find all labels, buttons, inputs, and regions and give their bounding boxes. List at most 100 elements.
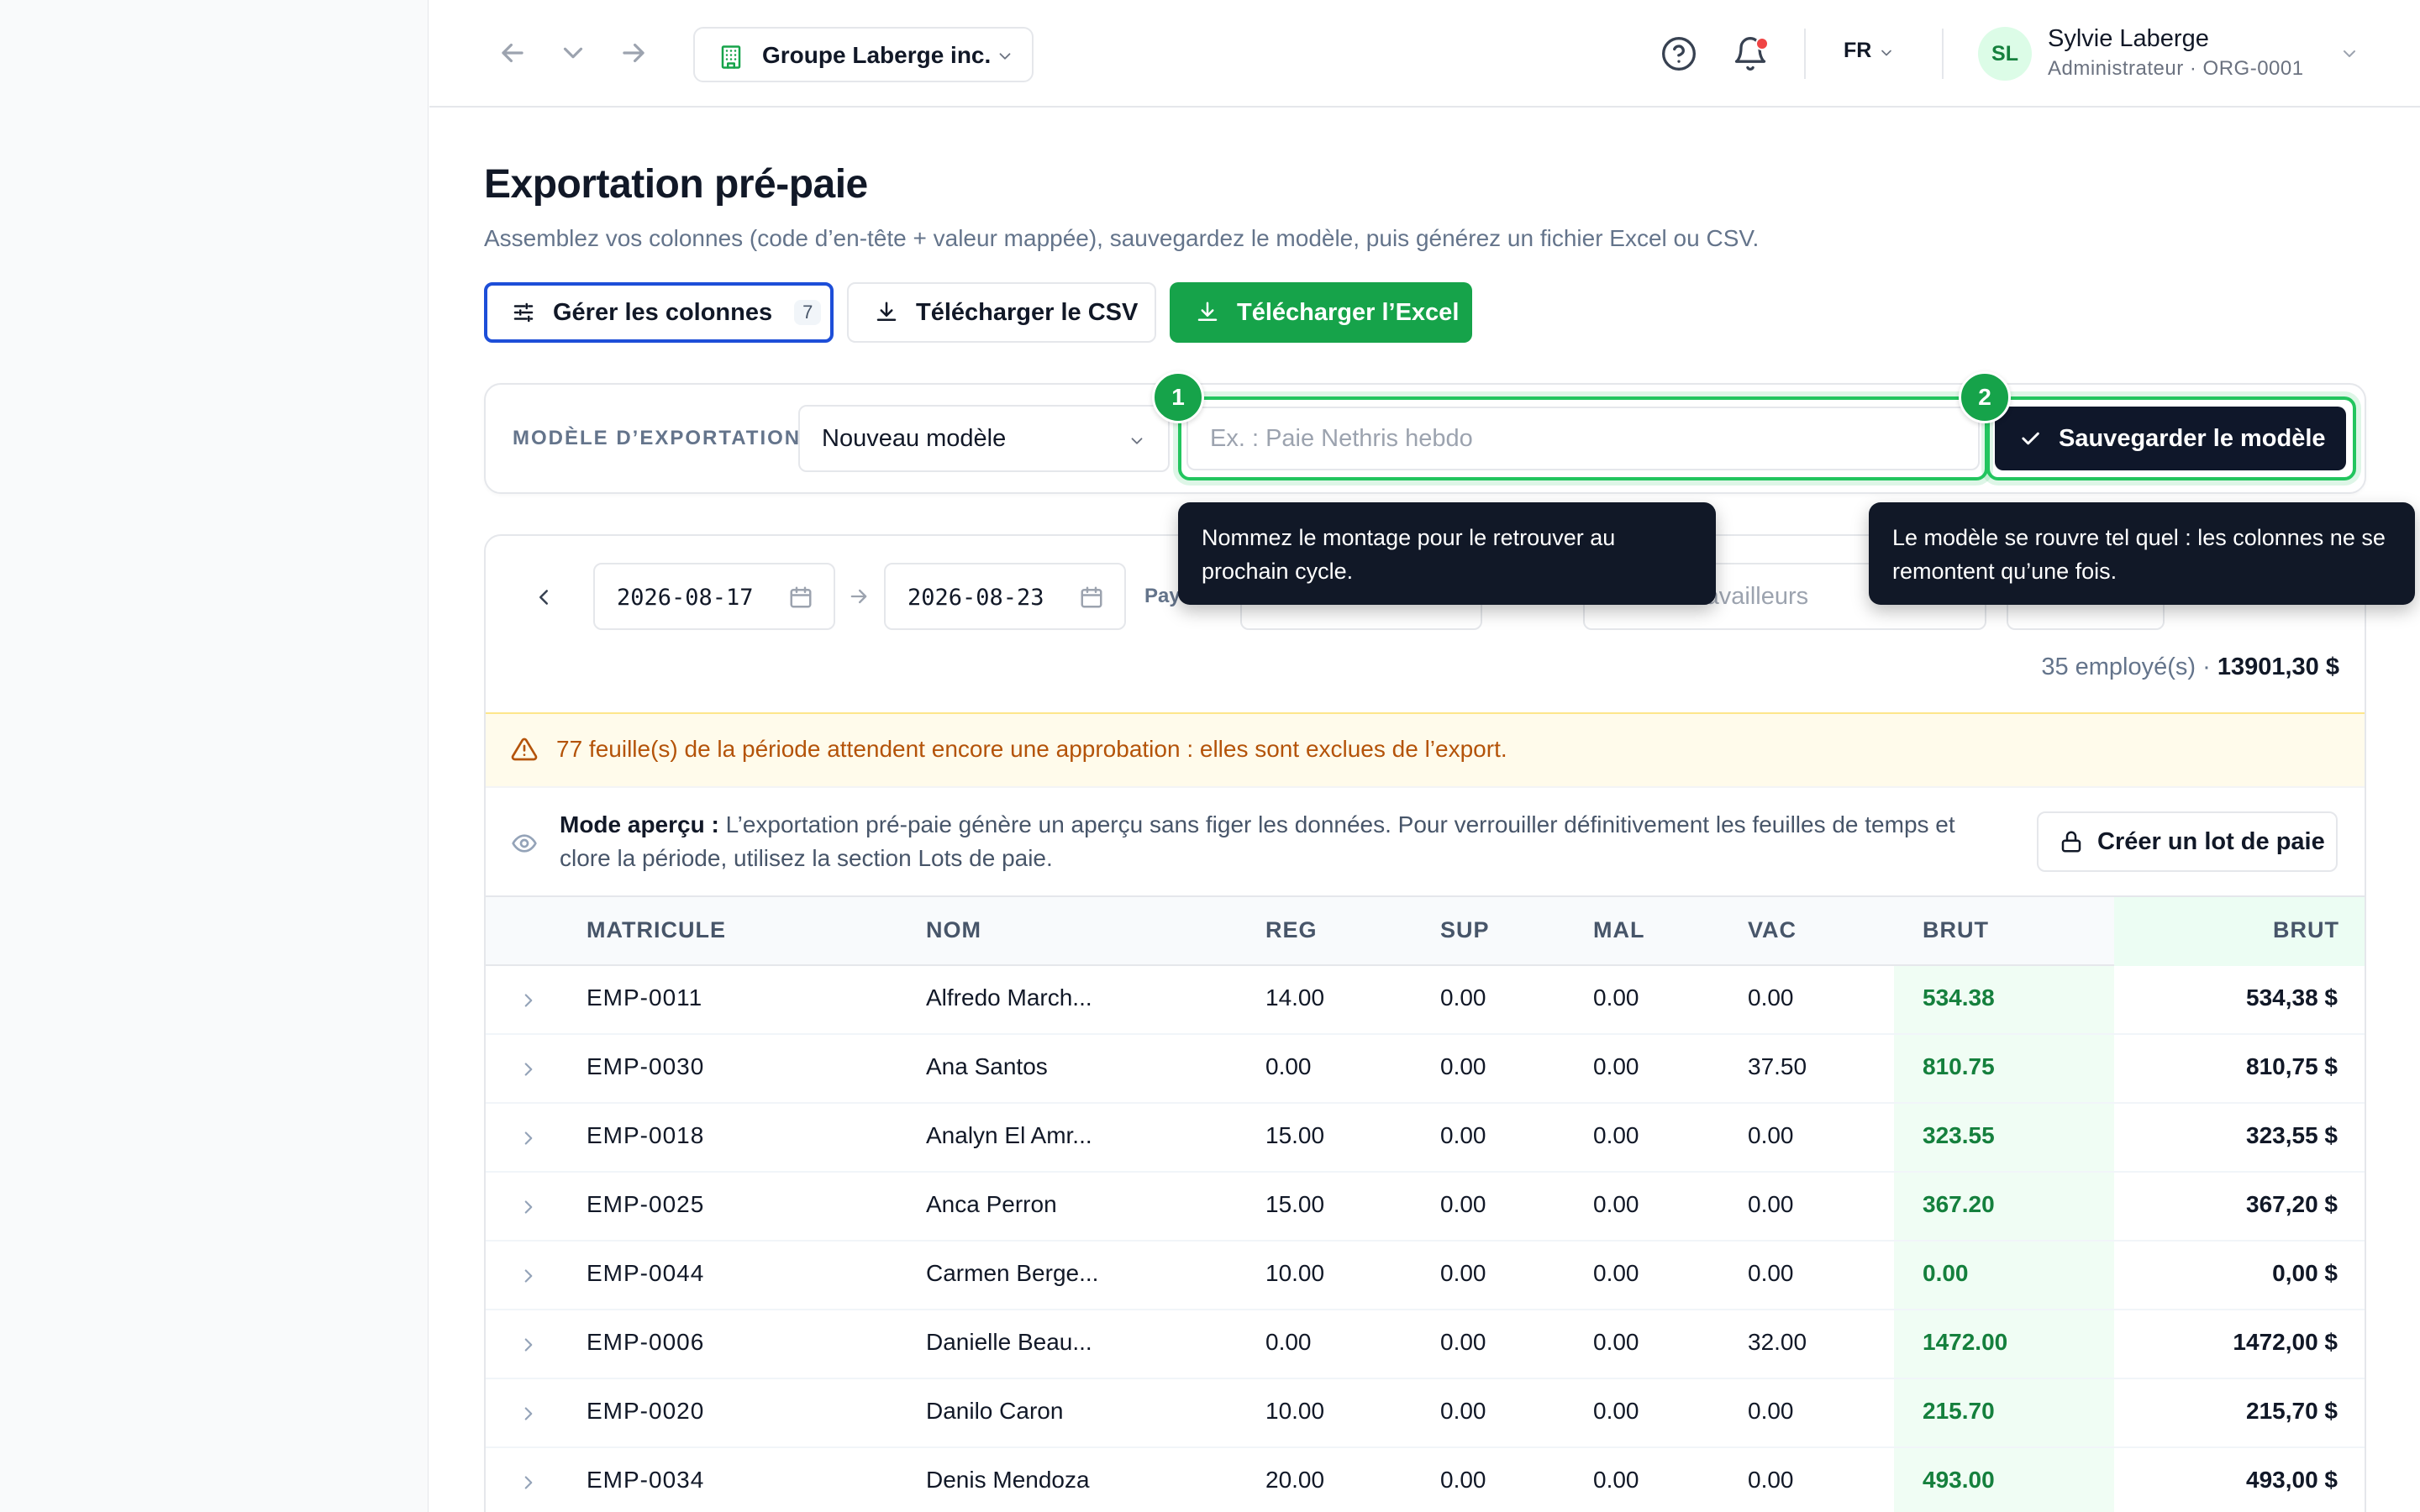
cell-nom: Danilo Caron [926, 1398, 1064, 1424]
column-header-reg[interactable]: REG [1265, 917, 1318, 943]
preview-text: Mode aperçu : L’exportation pré-paie gén… [560, 808, 1988, 875]
table-row[interactable]: EMP-0044 Carmen Berge... 10.00 0.00 0.00 0.00… [486, 1242, 2365, 1310]
cell-nom: Danielle Beau... [926, 1329, 1092, 1355]
cell-matricule: EMP-0030 [587, 1053, 705, 1079]
download-excel-button[interactable]: Télécharger l’Excel [1170, 282, 1472, 343]
cell-nom: Ana Santos [926, 1053, 1048, 1079]
cell-brut-total: 493,00 $ [2246, 1467, 2338, 1493]
cell-reg: 10.00 [1265, 1260, 1325, 1286]
expand-row-chevron-icon[interactable] [518, 1265, 539, 1287]
cell-reg: 0.00 [1265, 1053, 1312, 1079]
employee-count: 35 employé(s) [2041, 654, 2196, 680]
table-row[interactable]: EMP-0030 Ana Santos 0.00 0.00 0.00 37.50 810.7… [486, 1035, 2365, 1104]
summary: 35 employé(s) · 13901,30 $ [2041, 654, 2339, 681]
cell-nom: Anca Perron [926, 1191, 1057, 1217]
cell-vac: 0.00 [1748, 1191, 1794, 1217]
cell-sup: 0.00 [1440, 1467, 1486, 1493]
chevron-left-icon[interactable] [531, 585, 556, 610]
save-template-button[interactable]: Sauvegarder le modèle [1995, 407, 2346, 470]
template-name-input[interactable] [1186, 407, 1980, 470]
cell-matricule: EMP-0020 [587, 1398, 705, 1424]
cell-brut-total: 1472,00 $ [2233, 1329, 2338, 1355]
expand-row-chevron-icon[interactable] [518, 1334, 539, 1356]
cell-brut-total: 323,55 $ [2246, 1122, 2338, 1148]
sliders-icon [513, 302, 534, 323]
cell-brut: 810.75 [1923, 1053, 1995, 1079]
download-csv-button[interactable]: Télécharger le CSV [847, 282, 1156, 343]
column-header-matricule[interactable]: MATRICULE [587, 917, 726, 943]
cell-sup: 0.00 [1440, 1329, 1486, 1355]
sidebar [0, 0, 429, 1512]
template-label: MODÈLE D’EXPORTATION [513, 427, 802, 449]
cell-vac: 0.00 [1748, 1398, 1794, 1424]
user-role: Administrateur · ORG-0001 [2048, 57, 2304, 80]
check-icon [2022, 432, 2039, 445]
manage-columns-label: Gérer les colonnes [553, 298, 773, 326]
date-to-field[interactable]: 2026-08-23 [884, 563, 1126, 630]
cell-mal: 0.00 [1593, 1122, 1639, 1148]
table-row[interactable]: EMP-0018 Analyn El Amr... 15.00 0.00 0.00 0.0… [486, 1104, 2365, 1173]
expand-row-chevron-icon[interactable] [518, 1127, 539, 1149]
column-header-nom[interactable]: NOM [926, 917, 981, 943]
manage-columns-button[interactable]: Gérer les colonnes 7 [484, 282, 834, 343]
table-row[interactable]: EMP-0006 Danielle Beau... 0.00 0.00 0.00 32.0… [486, 1310, 2365, 1379]
calendar-icon [790, 586, 812, 608]
cell-brut-total: 534,38 $ [2246, 984, 2338, 1011]
back-arrow-icon[interactable] [497, 37, 529, 69]
expand-row-chevron-icon[interactable] [518, 1196, 539, 1218]
expand-row-chevron-icon[interactable] [518, 990, 539, 1011]
cell-nom: Analyn El Amr... [926, 1122, 1092, 1148]
calendar-icon [1081, 586, 1102, 608]
download-icon [1197, 302, 1218, 321]
cell-reg: 15.00 [1265, 1122, 1325, 1148]
cell-nom: Alfredo March... [926, 984, 1092, 1011]
avatar[interactable]: SL [1978, 27, 2032, 81]
forward-arrow-icon[interactable] [618, 37, 650, 69]
cell-mal: 0.00 [1593, 1260, 1639, 1286]
history-dropdown-icon[interactable] [557, 37, 589, 69]
table-row[interactable]: EMP-0020 Danilo Caron 10.00 0.00 0.00 0.00 215… [486, 1379, 2365, 1448]
cell-brut: 493.00 [1923, 1467, 1995, 1493]
cell-mal: 0.00 [1593, 984, 1639, 1011]
table-row[interactable]: EMP-0011 Alfredo March... 14.00 0.00 0.00 0.0… [486, 966, 2365, 1035]
table-row[interactable]: EMP-0034 Denis Mendoza 20.00 0.00 0.00 0.00 49… [486, 1448, 2365, 1512]
cell-nom: Denis Mendoza [926, 1467, 1090, 1493]
language-selector[interactable]: FR [1844, 39, 1871, 63]
expand-row-chevron-icon[interactable] [518, 1472, 539, 1494]
expand-row-chevron-icon[interactable] [518, 1058, 539, 1080]
chevron-down-icon[interactable] [2339, 44, 2360, 64]
table-header [486, 897, 2365, 966]
cell-matricule: EMP-0018 [587, 1122, 705, 1148]
cell-matricule: EMP-0011 [587, 984, 703, 1011]
summary-total: 13901,30 $ [2217, 654, 2339, 680]
user-name[interactable]: Sylvie Laberge [2048, 25, 2209, 53]
cell-mal: 0.00 [1593, 1191, 1639, 1217]
date-from-field[interactable]: 2026-08-17 [593, 563, 835, 630]
cell-sup: 0.00 [1440, 984, 1486, 1011]
cell-reg: 15.00 [1265, 1191, 1325, 1217]
column-header-vac[interactable]: VAC [1748, 917, 1797, 943]
arrow-right-icon [850, 589, 867, 604]
cell-brut: 0.00 [1923, 1260, 1969, 1286]
lock-icon [2061, 831, 2081, 853]
cell-brut: 367.20 [1923, 1191, 1995, 1217]
create-batch-button[interactable]: Créer un lot de paie [2037, 811, 2338, 872]
template-selected-value: Nouveau modèle [822, 425, 1007, 452]
download-excel-label: Télécharger l’Excel [1237, 298, 1460, 326]
cell-brut-total: 0,00 $ [2272, 1260, 2338, 1286]
warning-text: 77 feuille(s) de la période attendent en… [556, 736, 1507, 762]
column-header-mal[interactable]: MAL [1593, 917, 1644, 943]
expand-row-chevron-icon[interactable] [518, 1403, 539, 1425]
org-switcher[interactable]: Groupe Laberge inc. [693, 27, 1034, 82]
column-header-brut[interactable]: BRUT [1923, 917, 1989, 943]
table-row[interactable]: EMP-0025 Anca Perron 15.00 0.00 0.00 0.00 367.… [486, 1173, 2365, 1242]
download-icon [876, 302, 897, 321]
cell-sup: 0.00 [1440, 1053, 1486, 1079]
help-icon[interactable] [1660, 35, 1697, 72]
template-select[interactable]: Nouveau modèle [798, 405, 1170, 472]
column-header-brut-total[interactable]: BRUT [2273, 917, 2339, 943]
column-header-sup[interactable]: SUP [1440, 917, 1490, 943]
cell-nom: Carmen Berge... [926, 1260, 1099, 1286]
cell-sup: 0.00 [1440, 1398, 1486, 1424]
page-title: Exportation pré-paie [484, 162, 868, 207]
